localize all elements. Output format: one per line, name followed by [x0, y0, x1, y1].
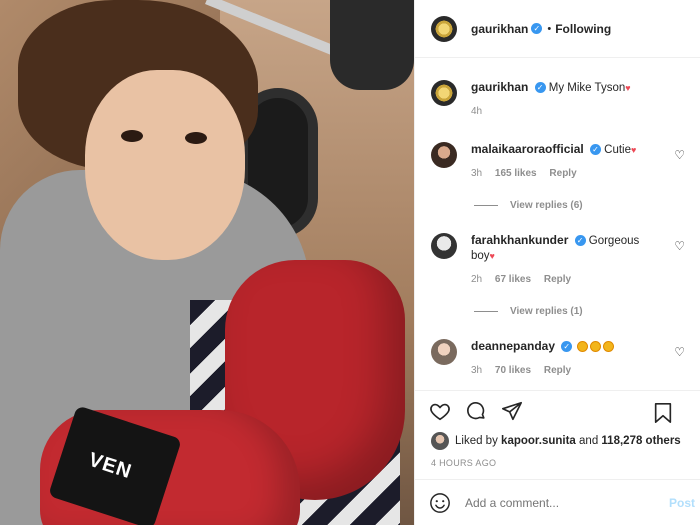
verified-icon: ✓	[574, 235, 586, 247]
commenter-avatar[interactable]	[431, 339, 457, 365]
caption-row: gaurikhan ✓ My Mike Tyson♥ 4h	[431, 80, 691, 119]
commenter-avatar[interactable]	[431, 233, 457, 259]
comment-time: 3h	[471, 365, 483, 376]
likes-others-link[interactable]: 118,278 others	[601, 435, 680, 447]
heart-emoji-icon: ♥	[625, 83, 631, 93]
comment-time: 3h	[471, 168, 483, 179]
comment-body: deannepanday ✓ 3h 70 likes Reply	[471, 339, 661, 378]
comment-body: farahkhankunder ✓ Gorgeous boy♥ 2h 67 li…	[471, 233, 661, 287]
comment-likes[interactable]: 165 likes	[495, 168, 537, 179]
bookmark-icon[interactable]	[653, 402, 673, 424]
likes-conj: and	[579, 435, 599, 447]
reply-button[interactable]: Reply	[544, 365, 571, 376]
reply-button[interactable]: Reply	[549, 168, 576, 179]
post-timestamp[interactable]: 4 HOURS AGO	[431, 458, 496, 468]
comment-row: farahkhankunder ✓ Gorgeous boy♥ 2h 67 li…	[431, 233, 691, 287]
share-icon[interactable]	[501, 400, 523, 422]
comment-composer: Post	[415, 479, 700, 525]
author-avatar[interactable]	[431, 15, 457, 42]
comment-username[interactable]: malaikaaroraofficial	[471, 142, 584, 156]
post-side-panel: gaurikhan ✓ • Following gaurikhan ✓ My M…	[414, 0, 700, 525]
verified-icon: ✓	[531, 23, 543, 34]
liker-avatar[interactable]	[431, 432, 449, 450]
view-replies-line	[474, 311, 498, 312]
like-heart-icon[interactable]	[429, 400, 451, 422]
heart-eyes-emoji-icon	[603, 341, 615, 353]
comment-meta: 3h 165 likes Reply	[471, 166, 661, 181]
caption-meta: 4h	[471, 104, 661, 119]
post-action-bar	[415, 390, 700, 430]
comment-input[interactable]	[465, 495, 655, 510]
comment-time: 2h	[471, 274, 483, 285]
liker-username[interactable]: kapoor.sunita	[501, 435, 576, 447]
post-photo[interactable]: VEN	[0, 0, 414, 525]
comment-meta: 3h 70 likes Reply	[471, 363, 661, 378]
heart-emoji-icon: ♥	[631, 145, 637, 155]
caption-username[interactable]: gaurikhan	[471, 80, 528, 94]
heart-emoji-icon: ♥	[489, 251, 495, 261]
comment-likes[interactable]: 67 likes	[495, 274, 531, 285]
like-comment-heart-icon[interactable]: ♡	[674, 148, 685, 162]
caption-time: 4h	[471, 106, 483, 117]
view-replies-label: View replies (6)	[510, 200, 583, 211]
photo-face	[85, 70, 245, 260]
caption-body: gaurikhan ✓ My Mike Tyson♥ 4h	[471, 80, 661, 119]
likes-prefix: Liked by	[455, 435, 498, 447]
view-replies-label: View replies (1)	[510, 306, 583, 317]
separator-dot: •	[547, 22, 552, 35]
comment-username[interactable]: farahkhankunder	[471, 233, 568, 247]
caption-avatar[interactable]	[431, 80, 457, 106]
post-header: gaurikhan ✓ • Following	[415, 0, 700, 58]
heart-eyes-emoji-icon	[590, 341, 602, 353]
view-replies-button[interactable]: View replies (6)	[474, 200, 583, 211]
comment-row: deannepanday ✓ 3h 70 likes Reply ♡	[431, 339, 691, 378]
heart-eyes-emoji-icon	[577, 341, 589, 353]
comment-body: malaikaaroraofficial ✓ Cutie♥ 3h 165 lik…	[471, 142, 661, 181]
verified-icon: ✓	[534, 82, 546, 94]
caption-text: My Mike Tyson	[548, 82, 626, 94]
verified-icon: ✓	[561, 341, 573, 353]
like-comment-heart-icon[interactable]: ♡	[674, 345, 685, 359]
comment-meta: 2h 67 likes Reply	[471, 272, 661, 287]
author-username[interactable]: gaurikhan	[471, 22, 528, 36]
header-text: gaurikhan ✓ • Following	[471, 22, 611, 36]
following-button[interactable]: Following	[555, 22, 611, 36]
photo-eye-right	[185, 132, 207, 144]
comment-icon[interactable]	[465, 400, 487, 422]
like-comment-heart-icon[interactable]: ♡	[674, 239, 685, 253]
photo-eye-left	[121, 130, 143, 142]
comment-text: Cutie	[604, 144, 631, 156]
view-replies-button[interactable]: View replies (1)	[474, 306, 583, 317]
verified-icon: ✓	[589, 144, 601, 156]
post-comment-button[interactable]: Post	[669, 496, 695, 510]
comment-likes[interactable]: 70 likes	[495, 365, 531, 376]
view-replies-line	[474, 205, 498, 206]
reply-button[interactable]: Reply	[544, 274, 571, 285]
emoji-icon[interactable]	[429, 492, 451, 514]
likes-summary: Liked by kapoor.sunita and 118,278 other…	[431, 432, 681, 450]
comment-username[interactable]: deannepanday	[471, 339, 555, 353]
comment-row: malaikaaroraofficial ✓ Cutie♥ 3h 165 lik…	[431, 142, 691, 181]
photo-punching-bag	[330, 0, 414, 90]
commenter-avatar[interactable]	[431, 142, 457, 168]
